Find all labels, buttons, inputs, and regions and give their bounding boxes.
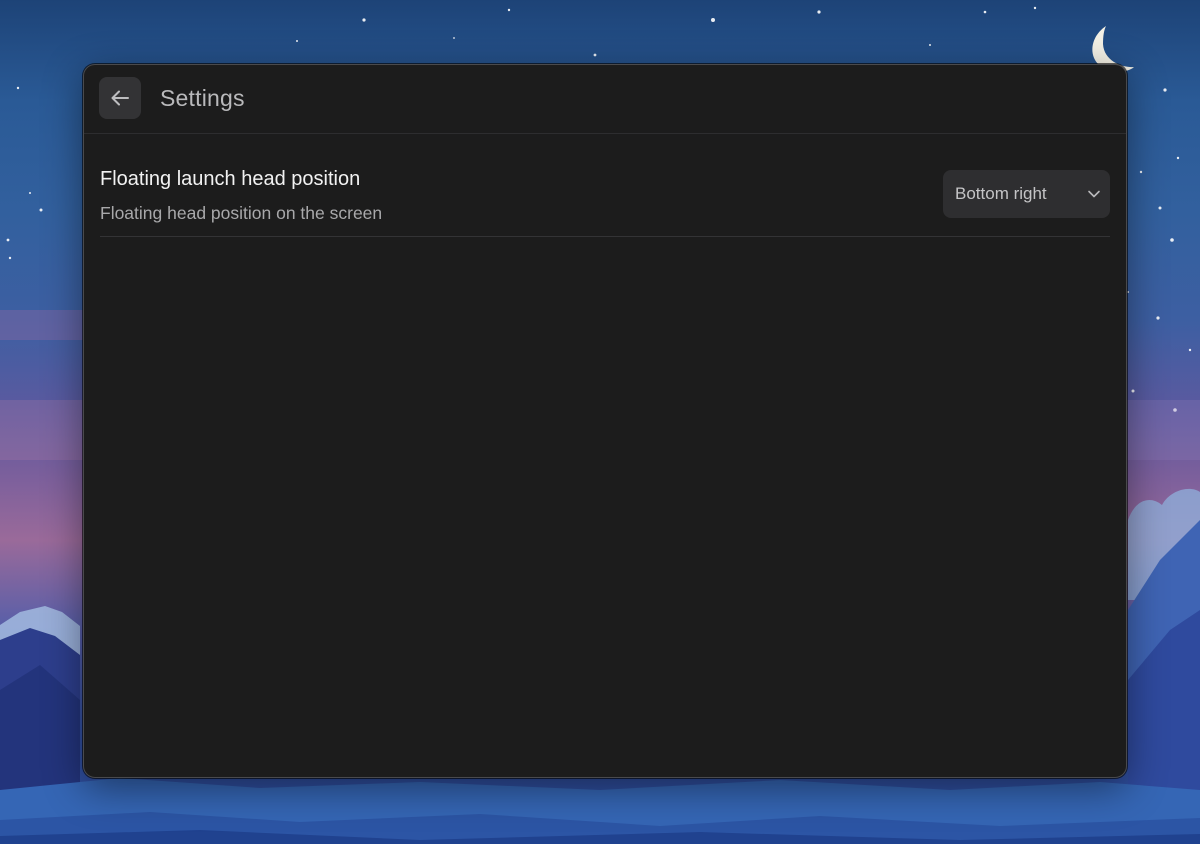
back-button[interactable] [99,77,141,119]
chevron-down-icon [1087,187,1101,206]
arrow-left-icon [109,87,131,109]
setting-description: Floating head position on the screen [100,203,383,223]
desktop: Settings Floating launch head position F… [0,0,1200,844]
window-header: Settings [84,65,1126,134]
select-value: Bottom right [955,184,1047,203]
position-select[interactable]: Bottom right [943,170,1110,218]
setting-row-floating-head-position: Floating launch head position Floating h… [100,150,1110,237]
setting-title: Floating launch head position [100,168,361,190]
page-title: Settings [160,85,245,111]
settings-window: Settings Floating launch head position F… [83,64,1127,778]
